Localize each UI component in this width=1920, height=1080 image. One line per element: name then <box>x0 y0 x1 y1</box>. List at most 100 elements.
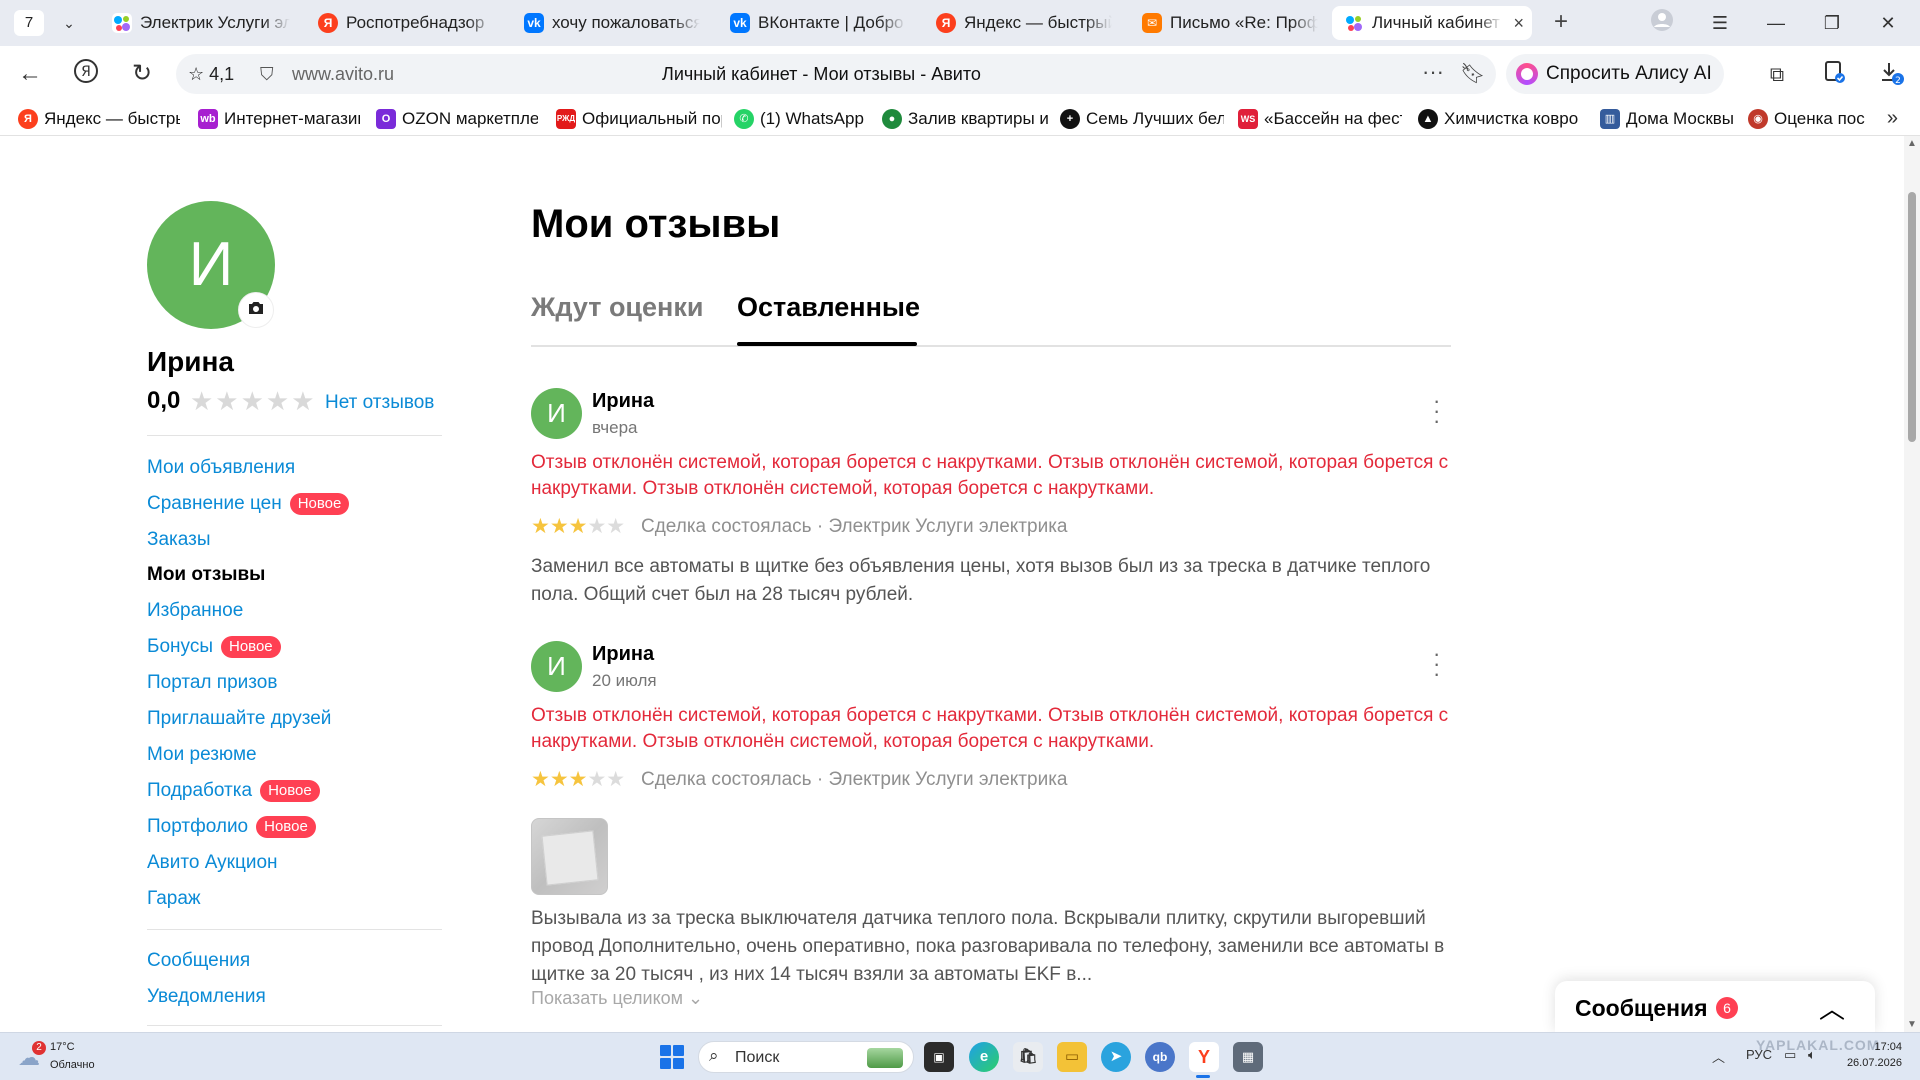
url-text[interactable]: www.avito.ru <box>292 54 394 94</box>
clock[interactable]: 17:04 26.07.2026 <box>1840 1039 1902 1071</box>
review-author[interactable]: Ирина <box>592 390 654 413</box>
sidebar-item-messages[interactable]: Сообщения <box>147 949 250 973</box>
telegram-icon[interactable]: ➤ <box>1101 1042 1131 1072</box>
browser-tab-active[interactable]: Личный кабинет × <box>1332 6 1532 40</box>
address-bar[interactable]: ☆ 4,1 ⛉ www.avito.ru Личный кабинет - Мо… <box>176 54 1496 94</box>
ask-alice-button[interactable]: Спросить Алису AI <box>1506 54 1724 94</box>
sidebar-item-prize-portal[interactable]: Портал призов <box>147 671 277 695</box>
more-vertical-icon[interactable]: · · · <box>1433 390 1440 432</box>
review-author[interactable]: Ирина <box>592 643 654 666</box>
svg-text:2: 2 <box>1895 76 1901 86</box>
bookmark-item[interactable]: РЖДОфициальный портал <box>556 107 722 131</box>
menu-icon[interactable]: ☰ <box>1700 8 1740 38</box>
windows-start-icon[interactable] <box>660 1045 684 1069</box>
bookmark-item[interactable]: ▲ Химчистка ковро <box>1418 107 1582 131</box>
close-window-icon[interactable]: ✕ <box>1868 8 1908 38</box>
sidebar-item-price-compare[interactable]: Сравнение цен Новое <box>147 492 350 516</box>
minimize-icon[interactable]: — <box>1756 8 1796 38</box>
messages-widget[interactable]: Сообщения 6 ︿ <box>1555 981 1875 1032</box>
browser-tab[interactable]: Я Яндекс — быстрый поиск <box>924 6 1122 40</box>
bookmarks-bar: ЯЯндекс — быстрый поиск wbИнтернет-магаз… <box>0 102 1920 136</box>
bookmark-item[interactable]: ✆ (1) WhatsApp <box>734 107 870 131</box>
show-full-link[interactable]: Показать целиком ⌄ <box>531 988 703 1009</box>
yandex-icon: Я <box>18 109 38 129</box>
browser-tab[interactable]: ✉ Письмо «Re: Профи» <box>1130 6 1328 40</box>
collections-icon[interactable]: ⧉ <box>1762 60 1792 90</box>
downloads-icon[interactable]: 2 <box>1876 60 1906 90</box>
bookmark-item[interactable]: ● Залив квартиры и <box>882 107 1048 131</box>
sidebar-item-my-reviews[interactable]: Мои отзывы <box>147 563 265 587</box>
chevron-down-icon[interactable]: ⌄ <box>56 10 82 36</box>
sidebar-item-garage[interactable]: Гараж <box>147 887 201 911</box>
review-rejected-notice: Отзыв отклонён системой, которая борется… <box>531 452 1449 499</box>
browser-tab[interactable]: Электрик Услуги электрика <box>100 6 300 40</box>
restore-icon[interactable]: ❐ <box>1812 8 1852 38</box>
svg-text:Я: Я <box>81 64 91 80</box>
sidebar-item-auction[interactable]: Авито Аукцион <box>147 851 278 875</box>
sidebar-item-my-resumes[interactable]: Мои резюме <box>147 743 257 767</box>
browser-tab[interactable]: vk хочу пожаловаться <box>512 6 710 40</box>
sidebar-item-portfolio[interactable]: Портфолио Новое <box>147 815 316 839</box>
bookmark-item[interactable]: OOZON маркетплейс <box>376 107 538 131</box>
tab-awaiting-rating[interactable]: Ждут оценки <box>531 292 703 323</box>
review-text: Заменил все автоматы в щитке без объявле… <box>531 556 1431 605</box>
yandex-browser-icon[interactable]: Y <box>1189 1042 1219 1072</box>
sidebar-divider <box>147 435 442 436</box>
close-icon[interactable]: × <box>1513 6 1524 40</box>
chevron-up-tray-icon[interactable]: ︿ <box>1712 1047 1725 1066</box>
store-icon[interactable]: 🛍︎ <box>1013 1042 1043 1072</box>
more-vertical-icon[interactable]: · · · <box>1433 643 1440 685</box>
site-rating[interactable]: ☆ 4,1 <box>188 54 234 94</box>
qbittorrent-icon[interactable]: qb <box>1145 1042 1175 1072</box>
unread-count-badge: 6 <box>1716 997 1738 1019</box>
tab-count-button[interactable]: 7 <box>14 10 44 36</box>
extension-icon[interactable] <box>1820 60 1850 90</box>
shield-icon[interactable]: ⛉ <box>260 54 274 94</box>
sidebar-item-notifications[interactable]: Уведомления <box>147 985 266 1009</box>
tab-left-reviews[interactable]: Оставленные <box>737 292 920 323</box>
reload-icon[interactable]: ↻ <box>126 58 158 90</box>
taskbar-search[interactable]: ⌕ Поиск <box>698 1041 914 1073</box>
review-photo-thumbnail[interactable] <box>531 818 608 895</box>
buildings-icon: ▥ <box>1600 109 1620 129</box>
review-card: И Ирина вчера · · · Отзыв отклонён системо… <box>531 388 1451 618</box>
sidebar-item-invite-friends[interactable]: Приглашайте друзей <box>147 707 331 731</box>
scrollbar-thumb[interactable] <box>1908 192 1916 442</box>
sidebar-item-side-jobs[interactable]: Подработка Новое <box>147 779 320 803</box>
bookmark-item[interactable]: ЯЯндекс — быстрый поиск <box>18 107 180 131</box>
sidebar-item-my-ads[interactable]: Мои объявления <box>147 456 295 480</box>
camera-icon[interactable] <box>238 292 274 328</box>
review-avatar[interactable]: И <box>531 388 582 439</box>
scroll-up-arrow-icon[interactable]: ▲ <box>1907 138 1917 149</box>
browser-tab[interactable]: vk ВКонтакте | Добро пожаловать <box>718 6 916 40</box>
browser-tab[interactable]: Я Роспотребнадзор <box>306 6 504 40</box>
bookmark-item[interactable]: WS «Бассейн на фест <box>1238 107 1402 131</box>
back-arrow-icon[interactable]: ← <box>14 58 46 90</box>
task-view-icon[interactable]: ▣ <box>924 1042 954 1072</box>
review-avatar[interactable]: И <box>531 641 582 692</box>
bookmark-item[interactable]: ▥ Дома Москвы <box>1600 107 1738 131</box>
bookmark-item[interactable]: + Семь Лучших бел <box>1060 107 1224 131</box>
bookmark-icon[interactable]: 🔖︎ <box>1460 54 1485 94</box>
page-title-in-omnibox: Личный кабинет - Мои отзывы - Авито <box>662 64 981 84</box>
file-explorer-icon[interactable]: ▭ <box>1057 1042 1087 1072</box>
scroll-down-arrow-icon[interactable]: ▼ <box>1907 1019 1917 1030</box>
sidebar-item-bonuses[interactable]: Бонусы Новое <box>147 635 281 659</box>
yandex-icon: Я <box>936 13 956 33</box>
edge-icon[interactable]: e <box>969 1042 999 1072</box>
chevron-right-double-icon[interactable]: » <box>1887 107 1898 130</box>
calculator-icon[interactable]: ▦ <box>1233 1042 1263 1072</box>
profile-icon[interactable] <box>1642 8 1682 38</box>
bookmark-item[interactable]: wbИнтернет-магазин Wildberries <box>198 107 360 131</box>
bookmark-item[interactable]: ◉ Оценка пос <box>1748 107 1866 131</box>
more-dots-icon[interactable]: ··· <box>1422 54 1444 90</box>
chevron-up-icon[interactable]: ︿ <box>1819 989 1845 1026</box>
new-tab-button[interactable]: + <box>1546 8 1576 38</box>
page-scrollbar[interactable]: ▲ ▼ <box>1904 136 1920 1032</box>
no-reviews-link[interactable]: Нет отзывов <box>325 392 434 414</box>
yandex-home-icon[interactable]: Я <box>70 58 102 90</box>
sidebar-item-orders[interactable]: Заказы <box>147 528 211 552</box>
weather-temperature[interactable]: 17°C <box>50 1041 75 1053</box>
sidebar-item-favorites[interactable]: Избранное <box>147 599 243 623</box>
whatsapp-icon: ✆ <box>734 109 754 129</box>
